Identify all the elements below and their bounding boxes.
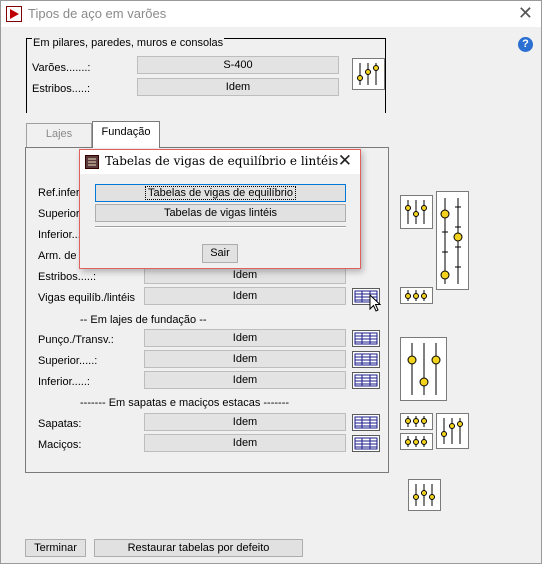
slider-button-6[interactable] <box>436 413 469 449</box>
tab-fundacao[interactable]: Fundação <box>92 121 160 148</box>
estribos-field[interactable]: Idem <box>137 78 339 96</box>
superior-lajes-label: Superior.....: <box>38 355 98 367</box>
table-icon <box>354 353 378 366</box>
superior-lajes-field[interactable]: Idem <box>144 350 346 368</box>
table-icon <box>354 416 378 429</box>
window-title: Tipos de aço em varões <box>28 6 167 21</box>
slider-icon <box>413 484 435 506</box>
vigas-dialog: Tabelas de vigas de equilíbrio e lintéis… <box>79 149 361 269</box>
estribos-fund-label: Estribos.....: <box>38 271 97 283</box>
slider-icon <box>357 63 379 85</box>
puncao-table-button[interactable] <box>352 330 380 347</box>
vigas-label: Vigas equilíb./lintéis <box>38 292 136 304</box>
table-icon <box>354 374 378 387</box>
slider-icon <box>441 418 463 444</box>
slider-icon <box>440 198 463 284</box>
superior-label: Superior. <box>38 208 83 220</box>
puncao-label: Punço./Transv.: <box>38 334 114 346</box>
inferior-table-button[interactable] <box>352 372 380 389</box>
inferior-label: Inferior... <box>38 229 81 241</box>
macicos-field[interactable]: Idem <box>144 434 346 452</box>
dialog-separator <box>95 226 346 228</box>
slider-icon <box>405 436 427 447</box>
slider-icon <box>405 200 427 224</box>
main-window: Tipos de aço em varões ✕ ? Em pilares, p… <box>0 0 542 564</box>
terminar-button[interactable]: Terminar <box>25 539 86 557</box>
slider-button-3[interactable] <box>400 337 447 401</box>
varoes-field[interactable]: S-400 <box>137 56 339 74</box>
help-icon[interactable]: ? <box>518 37 533 52</box>
superior-table-button[interactable] <box>352 351 380 368</box>
slider-icon <box>407 343 441 395</box>
slider-icon <box>405 416 427 427</box>
dialog-title: Tabelas de vigas de equilíbrio e lintéis <box>105 154 339 168</box>
dialog-title-bar: Tabelas de vigas de equilíbrio e lintéis… <box>80 150 360 174</box>
title-bar: Tipos de aço em varões ✕ <box>1 1 541 27</box>
slider-button-4[interactable] <box>400 413 433 430</box>
restaurar-button[interactable]: Restaurar tabelas por defeito <box>94 539 303 557</box>
varoes-label: Varões.......: <box>32 62 91 74</box>
ref-inferior-label: Ref.inferi <box>38 187 83 199</box>
sapatas-field[interactable]: Idem <box>144 413 346 431</box>
slider-button-tall-1[interactable] <box>436 191 469 290</box>
section-sapatas: ------- Em sapatas e maciços estacas ---… <box>80 397 290 409</box>
macicos-label: Maciços: <box>38 439 82 451</box>
sapatas-table-button[interactable] <box>352 414 380 431</box>
dialog-app-icon <box>85 155 99 169</box>
sair-button[interactable]: Sair <box>202 244 238 263</box>
tabelas-equilibrio-label: Tabelas de vigas de equilíbrio <box>145 186 296 200</box>
pilares-group: Em pilares, paredes, muros e consolas <box>26 37 386 113</box>
mouse-cursor-icon <box>369 294 382 312</box>
tabelas-equilibrio-button[interactable]: Tabelas de vigas de equilíbrio <box>95 184 346 202</box>
slider-button-2[interactable] <box>400 287 433 304</box>
app-logo-icon <box>6 6 22 22</box>
macicos-table-button[interactable] <box>352 435 380 452</box>
vigas-field[interactable]: Idem <box>144 287 346 305</box>
pilares-group-legend: Em pilares, paredes, muros e consolas <box>32 37 225 49</box>
slider-button-5[interactable] <box>400 433 433 450</box>
slider-button-1[interactable] <box>400 195 433 229</box>
section-lajes-fundacao: -- Em lajes de fundação -- <box>80 314 207 326</box>
inferior-lajes-label: Inferior.....: <box>38 376 90 388</box>
sapatas-label: Sapatas: <box>38 418 82 430</box>
table-icon <box>354 332 378 345</box>
inferior-lajes-field[interactable]: Idem <box>144 371 346 389</box>
slider-button-7[interactable] <box>408 479 441 511</box>
pilares-slider-button[interactable] <box>352 58 385 90</box>
close-icon[interactable]: ✕ <box>518 3 533 23</box>
tabelas-linteis-button[interactable]: Tabelas de vigas lintéis <box>95 204 346 222</box>
slider-icon <box>405 290 427 301</box>
tab-lajes[interactable]: Lajes <box>26 123 92 147</box>
dialog-close-icon[interactable]: ✕ <box>338 151 352 171</box>
table-icon <box>354 437 378 450</box>
estribos-label: Estribos.....: <box>32 83 91 95</box>
puncao-field[interactable]: Idem <box>144 329 346 347</box>
